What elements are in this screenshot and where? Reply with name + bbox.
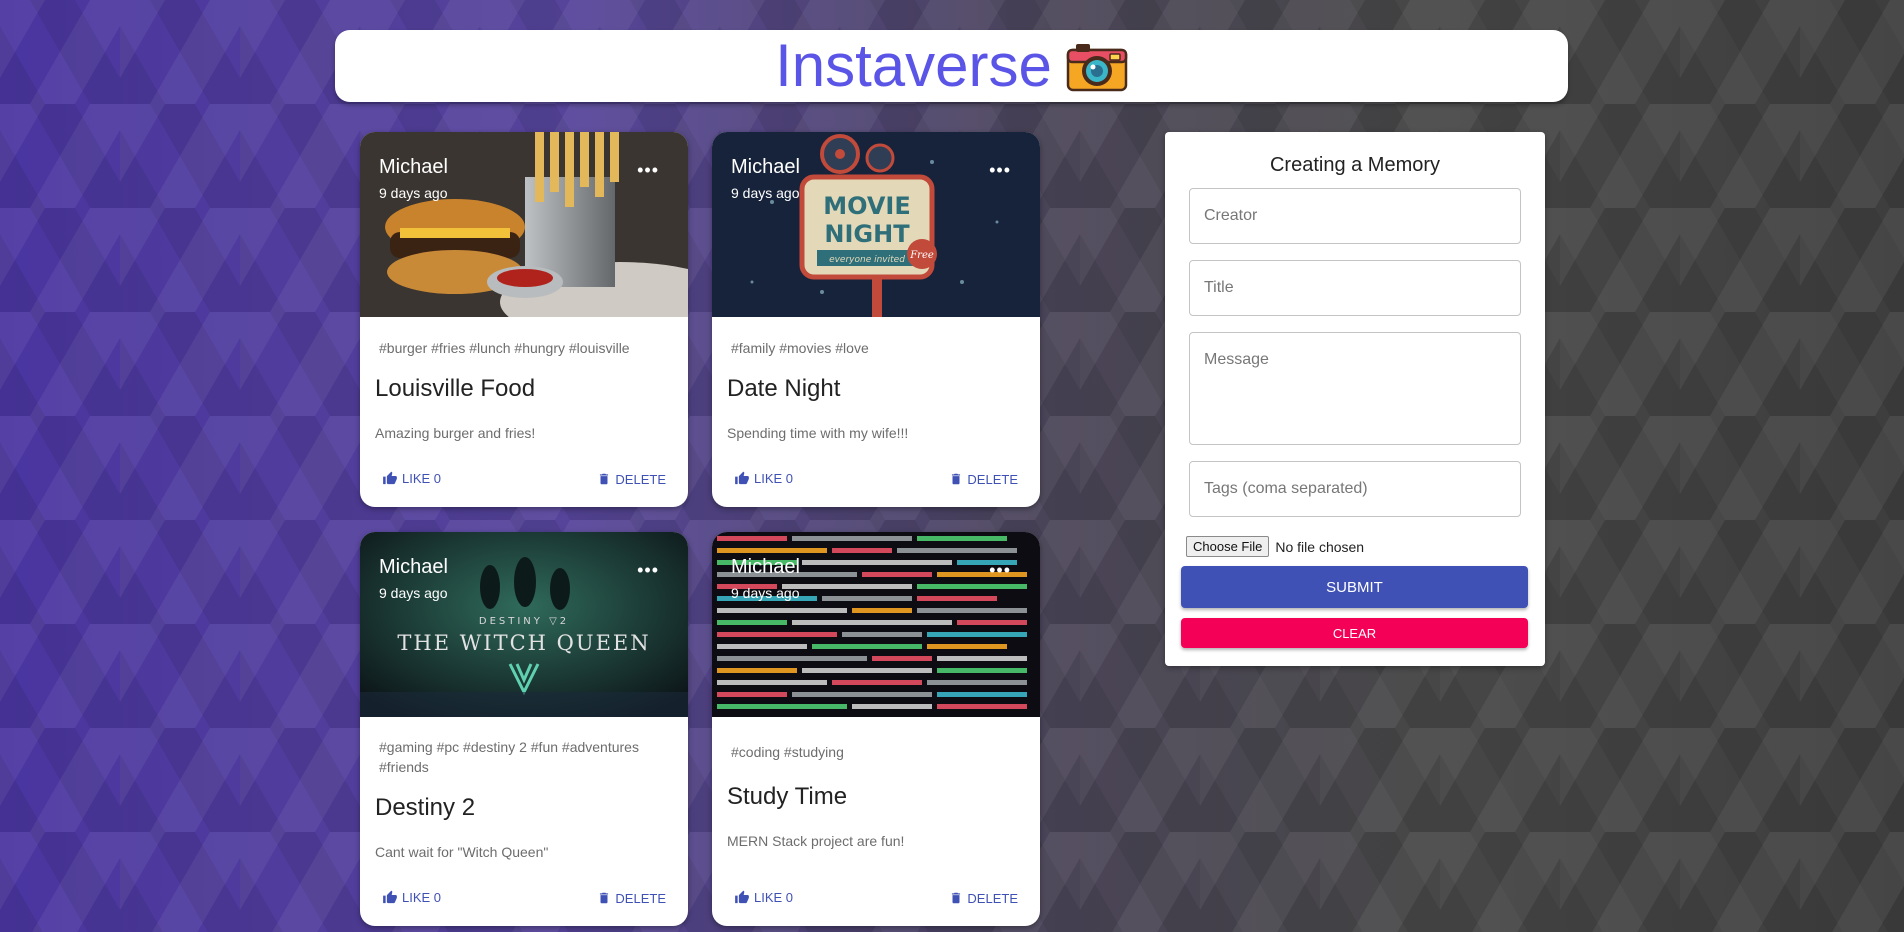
post-image: Michael 9 days ago •••	[712, 532, 1040, 717]
post-creator: Michael	[731, 156, 800, 178]
tags-input[interactable]	[1189, 461, 1521, 517]
delete-button[interactable]: DELETE	[597, 890, 666, 906]
post-creator: Michael	[379, 556, 448, 578]
like-label: LIKE 0	[754, 471, 794, 486]
more-options-icon[interactable]: •••	[989, 160, 1011, 181]
title-input[interactable]	[1189, 260, 1521, 316]
trash-icon	[600, 473, 609, 485]
delete-label: DELETE	[615, 890, 666, 906]
more-options-icon[interactable]: •••	[637, 560, 659, 581]
post-title: Date Night	[727, 375, 841, 402]
trash-icon	[952, 473, 961, 485]
post-title: Study Time	[727, 783, 848, 810]
post-actions: LIKE 0 DELETE	[360, 890, 688, 914]
post-actions: LIKE 0 DELETE	[712, 471, 1040, 495]
choose-file-button[interactable]: Choose File	[1186, 536, 1270, 557]
post-image: MOVIE NIGHT everyone invited Free Michae…	[712, 132, 1040, 317]
message-input[interactable]	[1189, 332, 1521, 445]
game-logo-text: DESTINY ▽2	[479, 616, 569, 627]
post-tags: #coding #studying	[731, 744, 844, 760]
like-button[interactable]: LIKE 0	[382, 890, 441, 905]
thumb-up-icon	[383, 890, 397, 904]
delete-label: DELETE	[967, 890, 1018, 906]
camera-icon	[1066, 40, 1128, 92]
post-creator: Michael	[379, 156, 448, 178]
post-card: DESTINY ▽2 THE WITCH QUEEN Michael 9 day…	[360, 532, 688, 926]
sign-badge: Free	[909, 250, 934, 261]
post-title: Destiny 2	[375, 794, 476, 821]
post-time: 9 days ago	[379, 585, 448, 601]
post-tags: #gaming #pc #destiny 2 #fun #adventures …	[379, 739, 639, 775]
creator-input[interactable]	[1189, 188, 1521, 244]
like-button[interactable]: LIKE 0	[382, 471, 441, 486]
app-title: Instaverse	[775, 32, 1052, 99]
game-logo-text: THE WITCH QUEEN	[397, 631, 650, 655]
like-label: LIKE 0	[402, 890, 442, 905]
sign-text: NIGHT	[824, 220, 910, 248]
post-time: 9 days ago	[731, 585, 800, 601]
post-time: 9 days ago	[379, 185, 448, 201]
delete-label: DELETE	[967, 471, 1018, 487]
post-message: Spending time with my wife!!!	[727, 425, 909, 441]
post-message: Cant wait for "Witch Queen"	[375, 844, 549, 860]
like-button[interactable]: LIKE 0	[734, 890, 793, 905]
more-options-icon[interactable]: •••	[989, 560, 1011, 581]
create-memory-form: Creating a Memory Choose File No file ch…	[1165, 132, 1545, 666]
post-card: MOVIE NIGHT everyone invited Free Michae…	[712, 132, 1040, 507]
post-actions: LIKE 0 DELETE	[360, 471, 688, 495]
like-button[interactable]: LIKE 0	[734, 471, 793, 486]
post-creator: Michael	[731, 556, 800, 578]
trash-icon	[952, 892, 961, 904]
more-options-icon[interactable]: •••	[637, 160, 659, 181]
clear-button[interactable]: CLEAR	[1181, 618, 1528, 648]
sign-text: MOVIE	[823, 192, 911, 220]
like-label: LIKE 0	[402, 471, 442, 486]
delete-button[interactable]: DELETE	[949, 471, 1018, 487]
post-message: Amazing burger and fries!	[375, 425, 536, 441]
thumb-up-icon	[383, 471, 397, 485]
delete-label: DELETE	[615, 471, 666, 487]
trash-icon	[600, 892, 609, 904]
form-title: Creating a Memory	[1269, 154, 1441, 176]
thumb-up-icon	[735, 471, 749, 485]
submit-button[interactable]: SUBMIT	[1181, 566, 1528, 608]
post-card: Michael 9 days ago ••• #burger #fries #l…	[360, 132, 688, 507]
post-title: Louisville Food	[375, 375, 536, 402]
delete-button[interactable]: DELETE	[949, 890, 1018, 906]
thumb-up-icon	[735, 890, 749, 904]
post-image: DESTINY ▽2 THE WITCH QUEEN Michael 9 day…	[360, 532, 688, 717]
post-image: Michael 9 days ago •••	[360, 132, 688, 317]
post-message: MERN Stack project are fun!	[727, 833, 905, 849]
post-card: Michael 9 days ago ••• #coding #studying…	[712, 532, 1040, 926]
file-status: No file chosen	[1275, 538, 1365, 555]
sign-text: everyone invited	[829, 255, 905, 265]
app-bar: Instaverse	[335, 30, 1568, 102]
post-tags: #family #movies #love	[731, 340, 869, 356]
delete-button[interactable]: DELETE	[597, 471, 666, 487]
post-time: 9 days ago	[731, 185, 800, 201]
like-label: LIKE 0	[754, 890, 794, 905]
post-tags: #burger #fries #lunch #hungry #louisvill…	[379, 340, 630, 356]
file-upload: Choose File No file chosen	[1186, 536, 1364, 557]
post-actions: LIKE 0 DELETE	[712, 890, 1040, 914]
